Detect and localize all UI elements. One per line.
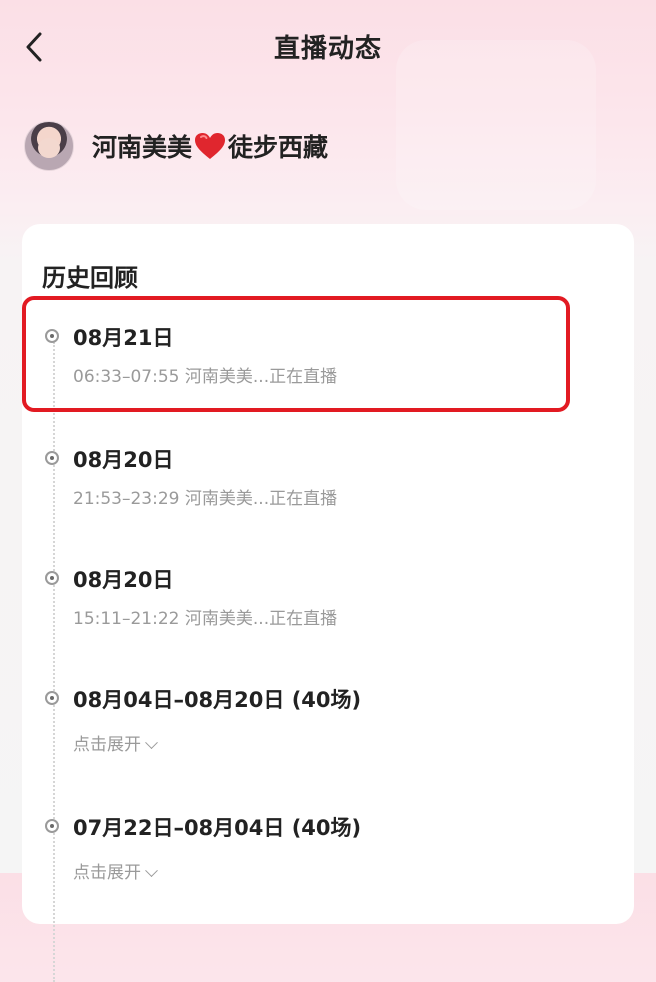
chevron-down-icon <box>145 736 158 750</box>
entry-detail: 15:11–21:22 河南美美...正在直播 <box>73 609 338 629</box>
entry-detail: 21:53–23:29 河南美美...正在直播 <box>73 489 338 509</box>
group-date-range: 07月22日–08月04日 (40场) <box>73 816 362 840</box>
chevron-down-icon <box>145 864 158 878</box>
highlight-box <box>22 296 570 412</box>
group-date-range: 08月04日–08月20日 (40场) <box>73 688 362 712</box>
timeline-dot <box>45 571 59 585</box>
expand-label: 点击展开 <box>73 863 141 883</box>
top-nav-bar: 直播动态 <box>0 0 656 96</box>
entry-date: 08月20日 <box>73 448 174 472</box>
timeline-dot <box>45 691 59 705</box>
expand-button[interactable]: 点击展开 <box>73 730 158 755</box>
avatar[interactable] <box>24 121 74 171</box>
anchor-name: 河南美美 徒步西藏 <box>92 128 328 164</box>
entry-date: 08月21日 <box>73 326 174 350</box>
anchor-name-text-1: 河南美美 <box>92 133 193 162</box>
entry-detail: 06:33–07:55 河南美美...正在直播 <box>73 367 338 387</box>
timeline-dot <box>45 819 59 833</box>
expand-button[interactable]: 点击展开 <box>73 858 158 883</box>
heart-icon <box>195 133 226 159</box>
page-title: 直播动态 <box>273 34 382 64</box>
history-card: 历史回顾 08月21日 06:33–07:55 河南美美...正在直播 08月2… <box>22 224 634 982</box>
timeline-dot <box>45 329 59 343</box>
history-title: 历史回顾 <box>42 264 138 292</box>
entry-date: 08月20日 <box>73 568 174 592</box>
anchor-profile[interactable]: 河南美美 徒步西藏 <box>24 120 328 172</box>
anchor-name-text-2: 徒步西藏 <box>228 133 329 162</box>
timeline-dot <box>45 451 59 465</box>
timeline-line <box>53 342 55 982</box>
expand-label: 点击展开 <box>73 735 141 755</box>
